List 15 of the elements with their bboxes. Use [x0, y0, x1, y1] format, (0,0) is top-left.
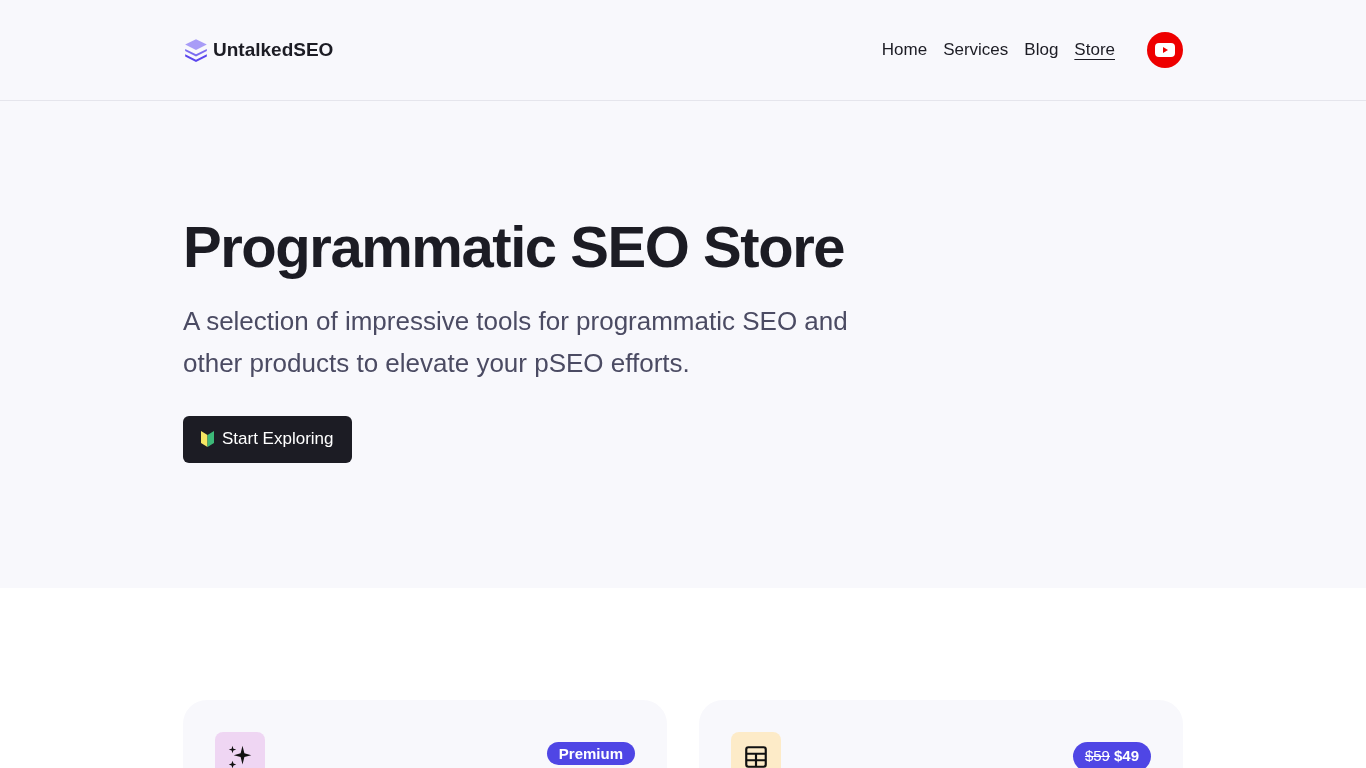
premium-badge: Premium — [546, 742, 635, 765]
nav-link[interactable]: Blog — [1024, 37, 1059, 63]
page-subtitle: A selection of impressive tools for programmatic SEO and other products to elevate your pSEO efforts. — [183, 304, 849, 380]
layers-logo-icon — [183, 37, 209, 63]
video-play-icon[interactable] — [1147, 32, 1183, 68]
price-badge: $59 $49 — [1072, 742, 1151, 768]
nav-link[interactable]: Home — [881, 37, 928, 63]
shield-badge-icon — [201, 431, 214, 447]
start-exploring-button[interactable]: Start Exploring — [183, 415, 352, 463]
sparkle-icon — [215, 732, 265, 768]
page-title: Programmatic SEO Store — [183, 213, 846, 281]
nav-link[interactable]: Store — [1074, 37, 1115, 63]
nav-link[interactable]: Services — [943, 37, 1009, 63]
logo-text: UntalkedSEO — [213, 37, 334, 62]
table-icon — [731, 732, 781, 768]
